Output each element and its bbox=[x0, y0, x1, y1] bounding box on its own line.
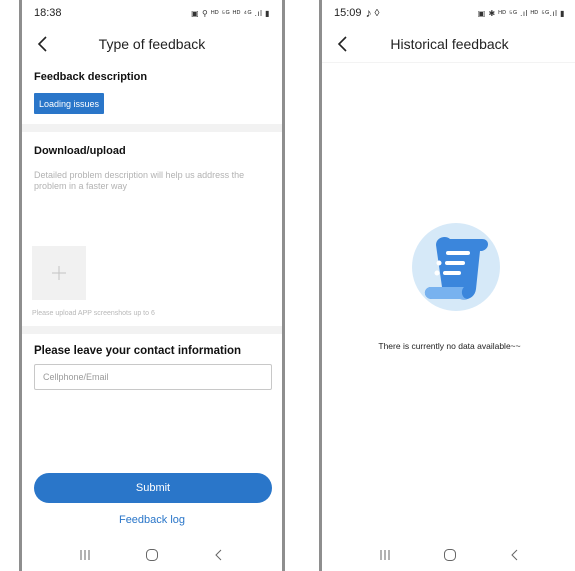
download-upload-title: Download/upload bbox=[34, 145, 126, 157]
status-bar: 15:09 ♪ ◊ ▣ ✱ ᴴᴰ ⁵ᴳ .ıl ᴴᴰ ⁵ᴳ.ıl ▮ bbox=[322, 0, 575, 26]
page-title: Historical feedback bbox=[390, 36, 509, 52]
home-icon bbox=[443, 549, 456, 561]
contact-input[interactable] bbox=[34, 364, 272, 390]
back-nav-button[interactable] bbox=[504, 544, 526, 566]
empty-scroll-illustration bbox=[412, 223, 500, 311]
submit-button[interactable]: Submit bbox=[34, 473, 272, 503]
back-icon bbox=[214, 549, 221, 561]
back-button[interactable] bbox=[332, 32, 354, 56]
system-nav-bar bbox=[22, 539, 282, 571]
header-divider bbox=[322, 62, 575, 63]
recent-apps-button[interactable] bbox=[374, 544, 396, 566]
system-nav-bar bbox=[322, 539, 575, 571]
section-divider bbox=[22, 124, 282, 132]
add-screenshot-button[interactable] bbox=[32, 246, 86, 300]
notification-icon: ◊ bbox=[374, 7, 380, 19]
chevron-left-icon bbox=[337, 36, 347, 52]
home-icon bbox=[145, 549, 158, 561]
recent-apps-icon bbox=[380, 550, 389, 560]
status-time: 18:38 bbox=[34, 7, 62, 19]
empty-state-message: There is currently no data available~~ bbox=[378, 341, 521, 351]
status-bar: 18:38 ▣ ⚲ ᴴᴰ ⁵ᴳ ᴴᴰ ⁴ᴳ .ıl ▮ bbox=[22, 0, 282, 26]
recent-apps-button[interactable] bbox=[74, 544, 96, 566]
back-nav-button[interactable] bbox=[208, 544, 230, 566]
feedback-description-title: Feedback description bbox=[34, 71, 148, 83]
type-of-feedback-screen: 18:38 ▣ ⚲ ᴴᴰ ⁵ᴳ ᴴᴰ ⁴ᴳ .ıl ▮ Type of feed… bbox=[19, 0, 285, 571]
section-divider bbox=[22, 326, 282, 334]
contact-info-title: Please leave your contact information bbox=[34, 345, 242, 357]
problem-description-text: Detailed problem description will help u… bbox=[34, 170, 245, 191]
status-icons: ▣ ⚲ ᴴᴰ ⁵ᴳ ᴴᴰ ⁴ᴳ .ıl ▮ bbox=[191, 8, 270, 18]
home-button[interactable] bbox=[439, 544, 461, 566]
historical-feedback-screen: 15:09 ♪ ◊ ▣ ✱ ᴴᴰ ⁵ᴳ .ıl ᴴᴰ ⁵ᴳ.ıl ▮ Histo… bbox=[319, 0, 575, 571]
page-title: Type of feedback bbox=[98, 36, 206, 52]
status-icons: ▣ ✱ ᴴᴰ ⁵ᴳ .ıl ᴴᴰ ⁵ᴳ.ıl ▮ bbox=[477, 8, 565, 18]
recent-apps-icon bbox=[80, 550, 90, 560]
feedback-type-chip-loading-issues[interactable]: Loading issues bbox=[34, 93, 105, 114]
back-button[interactable] bbox=[32, 32, 54, 56]
feedback-log-link[interactable]: Feedback log bbox=[22, 514, 282, 526]
app-header: Type of feedback bbox=[22, 28, 282, 60]
upload-hint: Please upload APP screenshots up to 6 bbox=[32, 310, 155, 317]
chevron-left-icon bbox=[37, 36, 47, 52]
plus-icon bbox=[52, 266, 66, 280]
tiktok-notification-icon: ♪ bbox=[365, 6, 372, 20]
app-header: Historical feedback bbox=[322, 28, 575, 60]
back-icon bbox=[510, 549, 517, 561]
status-time: 15:09 bbox=[334, 7, 362, 19]
home-button[interactable] bbox=[141, 544, 163, 566]
